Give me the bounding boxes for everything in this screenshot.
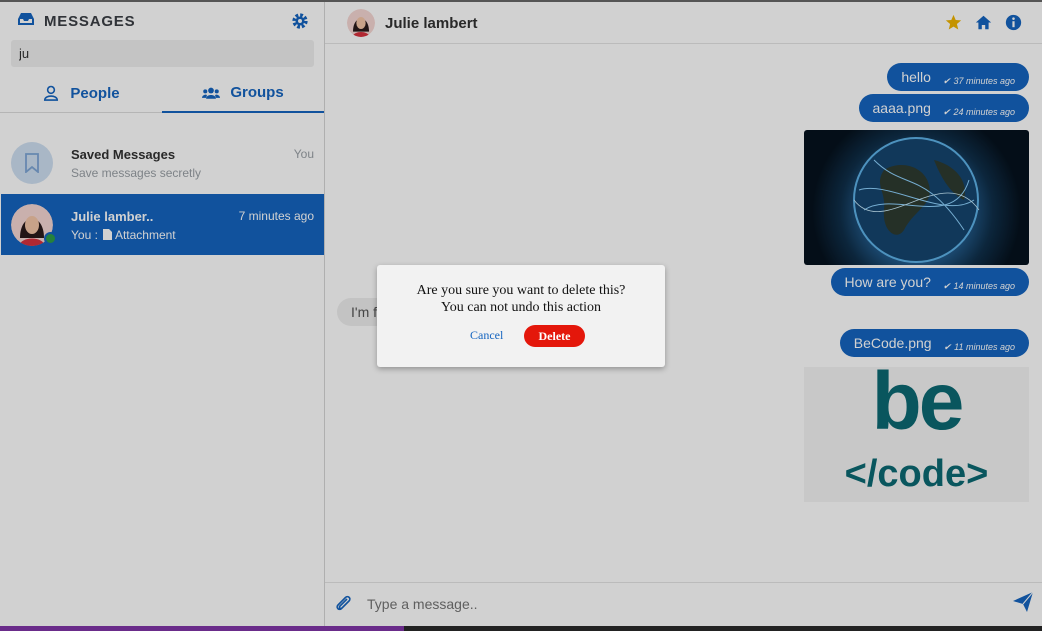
delete-confirm-dialog: Are you sure you want to delete this? Yo… — [377, 265, 665, 367]
delete-button[interactable]: Delete — [524, 325, 585, 347]
dialog-message-line1: Are you sure you want to delete this? — [416, 283, 626, 298]
cancel-button[interactable]: Cancel — [470, 328, 503, 343]
dialog-message-line2: You can not undo this action — [441, 300, 601, 315]
window-bottom-edge — [0, 626, 1042, 631]
messenger-app: MESSAGES People — [0, 0, 1042, 626]
